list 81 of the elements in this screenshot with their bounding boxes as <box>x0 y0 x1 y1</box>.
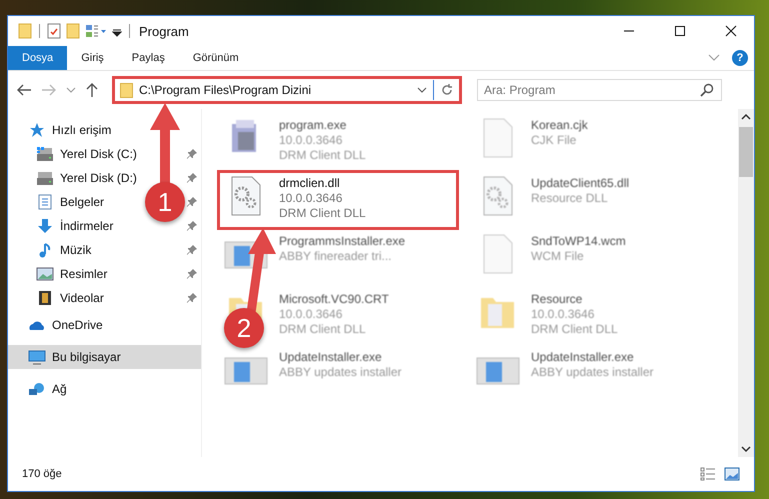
nav-item[interactable]: Bu bilgisayar <box>8 345 201 369</box>
file-detail: 10.0.0.3646 <box>279 307 344 322</box>
scrollbar-thumb[interactable] <box>739 127 753 177</box>
file-name: Resource <box>531 292 584 307</box>
file-detail: ABBY finereader tri... <box>279 249 392 264</box>
nav-icon <box>28 381 46 397</box>
folder-icon <box>120 82 133 98</box>
forward-icon[interactable] <box>41 83 57 97</box>
file-detail: CJK File <box>531 133 578 148</box>
ribbon-tab[interactable]: Dosya <box>8 46 68 70</box>
chevron-icon[interactable] <box>708 54 720 62</box>
nav-item[interactable]: Müzik <box>36 238 96 262</box>
back-icon[interactable] <box>16 83 32 97</box>
window-title: Program <box>139 24 189 38</box>
file-name: UpdateInstaller.exe <box>531 350 635 365</box>
address-bar[interactable]: C:\Program Files\Program Dizini <box>112 76 462 104</box>
file-detail: WCM File <box>531 249 585 264</box>
dropdown-icon[interactable] <box>417 86 427 94</box>
file-name: program.exe <box>279 118 348 133</box>
nav-icon <box>36 146 54 162</box>
nav-item[interactable]: Hızlı erişim <box>8 118 201 142</box>
pin-icon[interactable] <box>187 245 197 255</box>
file-detail: Resource DLL <box>531 191 609 206</box>
pin-icon[interactable] <box>187 293 197 303</box>
scroll-down-icon[interactable] <box>741 445 751 453</box>
recent-dropdown-icon[interactable] <box>66 86 76 94</box>
file-detail: 10.0.0.3646 <box>279 191 344 206</box>
properties-icon[interactable] <box>47 23 61 39</box>
details-view-icon[interactable] <box>700 467 716 481</box>
view-dropdown-icon[interactable] <box>85 23 107 39</box>
nav-icon <box>36 218 54 234</box>
pin-icon[interactable] <box>187 197 197 207</box>
file-detail: ABBY updates installer <box>279 365 402 380</box>
address-path: C:\Program Files\Program Dizini <box>139 83 312 97</box>
tiles-view-icon[interactable] <box>724 467 740 481</box>
file-name: SndToWP14.wcm <box>531 234 626 249</box>
folder-icon[interactable] <box>18 23 32 39</box>
file-detail: ABBY updates installer <box>531 365 654 380</box>
nav-item[interactable]: Yerel Disk (C:) <box>36 142 141 166</box>
nav-item[interactable]: İndirmeler <box>36 214 118 238</box>
scrollbar[interactable] <box>738 109 754 457</box>
file-name: UpdateInstaller.exe <box>279 350 383 365</box>
nav-icon <box>28 349 46 365</box>
item-count: 170 öğe <box>22 468 62 480</box>
pin-icon[interactable] <box>187 173 197 183</box>
nav-icon <box>36 266 54 282</box>
ribbon-tab[interactable]: Paylaş <box>118 46 179 70</box>
nav-icon <box>36 290 54 306</box>
pin-icon[interactable] <box>187 221 197 231</box>
file-name: Microsoft.VC90.CRT <box>279 292 389 307</box>
file-detail: DRM Client DLL <box>279 322 367 337</box>
search-field[interactable]: Ara: Program <box>477 79 722 101</box>
search-icon[interactable] <box>700 83 714 97</box>
nav-item[interactable]: Resimler <box>36 262 112 286</box>
nav-item[interactable]: Yerel Disk (D:) <box>36 166 141 190</box>
nav-item[interactable]: OneDrive <box>8 313 201 337</box>
up-icon[interactable] <box>85 82 99 98</box>
file-detail: DRM Client DLL <box>531 322 618 337</box>
help-button[interactable]: ? <box>732 50 748 66</box>
file-detail: DRM Client DLL <box>279 206 366 221</box>
file-detail: 10.0.0.3646 <box>279 133 344 148</box>
file-name: Korean.cjk <box>531 118 588 133</box>
file-name: UpdateClient65.dll <box>531 176 630 191</box>
new-folder-icon[interactable] <box>66 23 80 39</box>
file-detail: DRM Client DLL <box>279 148 366 163</box>
file-item[interactable]: drmclien.dll 10.0.0.3646 DRM Client DLL <box>220 173 456 227</box>
file-name: drmclien.dll <box>279 176 341 191</box>
file-detail: 10.0.0.3646 <box>531 307 596 322</box>
pin-icon[interactable] <box>187 149 197 159</box>
pin-icon[interactable] <box>187 269 197 279</box>
refresh-icon[interactable] <box>440 83 454 97</box>
nav-icon <box>28 122 46 138</box>
ribbon-tab[interactable]: Görünüm <box>178 46 253 70</box>
nav-icon <box>36 194 54 210</box>
ribbon-tab[interactable]: Giriş <box>67 46 118 70</box>
nav-item[interactable]: Ağ <box>8 377 201 401</box>
scroll-up-icon[interactable] <box>741 113 751 121</box>
nav-item[interactable]: Belgeler <box>36 190 108 214</box>
nav-item[interactable]: Videolar <box>36 286 108 310</box>
file-name: ProgrammsInstaller.exe <box>279 234 406 249</box>
nav-icon <box>36 170 54 186</box>
